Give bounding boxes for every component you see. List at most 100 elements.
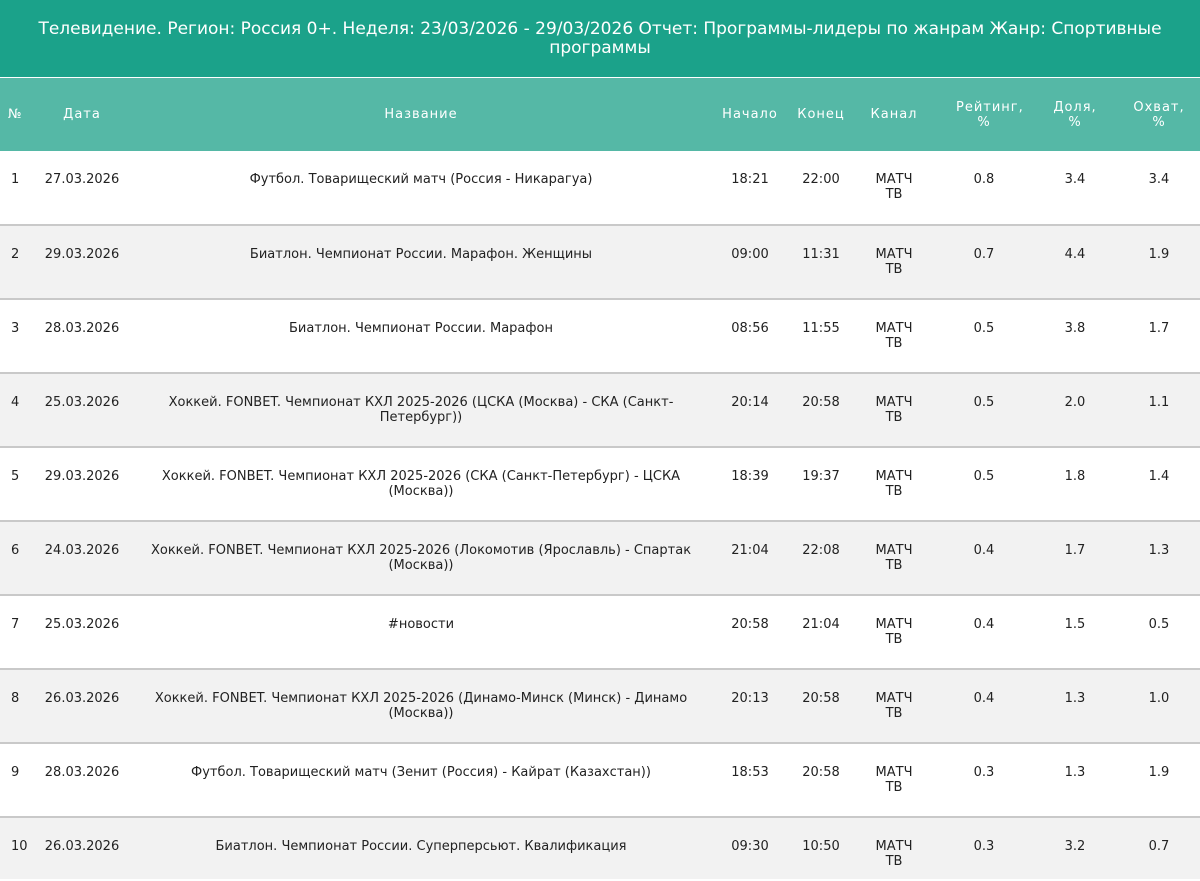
cell-rating: 0.5 <box>973 469 995 484</box>
cell-date: 25.03.2026 <box>44 617 120 632</box>
cell-rating: 0.3 <box>973 839 995 854</box>
cell-start: 18:21 <box>731 172 769 187</box>
cell-reach: 0.5 <box>1148 617 1170 632</box>
cell-start: 18:39 <box>731 469 769 484</box>
cell-reach: 1.9 <box>1148 765 1170 780</box>
cell-end: 20:58 <box>802 395 840 410</box>
cell-rating: 0.7 <box>973 247 995 262</box>
leaders-table: № Дата Название Начало Конец Канал Рейти… <box>0 78 1200 879</box>
cell-end: 10:50 <box>802 839 840 854</box>
cell-start: 21:04 <box>731 543 769 558</box>
cell-end: 11:31 <box>802 247 840 262</box>
cell-rating: 0.4 <box>973 691 995 706</box>
cell-rating: 0.3 <box>973 765 995 780</box>
cell-end: 21:04 <box>802 617 840 632</box>
cell-no: 10 <box>11 839 28 854</box>
cell-share: 1.3 <box>1064 765 1086 780</box>
cell-reach: 1.1 <box>1148 395 1170 410</box>
cell-share: 2.0 <box>1064 395 1086 410</box>
cell-start: 20:13 <box>731 691 769 706</box>
cell-share: 1.8 <box>1064 469 1086 484</box>
cell-rating: 0.4 <box>973 543 995 558</box>
cell-name: Хоккей. FONBET. Чемпионат КХЛ 2025-2026 … <box>168 395 674 425</box>
cell-channel: МАТЧ ТВ <box>875 395 913 425</box>
table-row[interactable]: 4 25.03.2026 Хоккей. FONBET. Чемпионат КХЛ… <box>0 373 1200 447</box>
table-row[interactable]: 8 26.03.2026 Хоккей. FONBET. Чемпионат КХЛ… <box>0 669 1200 743</box>
cell-name: Биатлон. Чемпионат России. Суперперсьют.… <box>215 839 627 854</box>
cell-no: 2 <box>11 247 20 262</box>
report-title: Телевидение. Регион: Россия 0+. Неделя: … <box>38 18 1162 58</box>
cell-share: 1.3 <box>1064 691 1086 706</box>
cell-channel: МАТЧ ТВ <box>875 765 913 795</box>
cell-share: 3.8 <box>1064 321 1086 336</box>
cell-reach: 1.4 <box>1148 469 1170 484</box>
table-row[interactable]: 6 24.03.2026 Хоккей. FONBET. Чемпионат КХЛ… <box>0 521 1200 595</box>
table-row[interactable]: 9 28.03.2026 Футбол. Товарищеский матч (Зе… <box>0 743 1200 817</box>
col-header-reach[interactable]: Охват, % <box>1118 78 1200 151</box>
cell-channel: МАТЧ ТВ <box>875 247 913 277</box>
col-header-rating[interactable]: Рейтинг, % <box>936 78 1032 151</box>
cell-date: 28.03.2026 <box>44 321 120 336</box>
cell-rating: 0.4 <box>973 617 995 632</box>
cell-rating: 0.5 <box>973 395 995 410</box>
cell-end: 22:08 <box>802 543 840 558</box>
cell-name: Футбол. Товарищеский матч (Россия - Ника… <box>249 172 593 187</box>
cell-date: 26.03.2026 <box>44 839 120 854</box>
cell-reach: 3.4 <box>1148 172 1170 187</box>
cell-name: #новости <box>387 617 455 632</box>
cell-no: 5 <box>11 469 20 484</box>
cell-channel: МАТЧ ТВ <box>875 172 913 202</box>
cell-channel: МАТЧ ТВ <box>875 617 913 647</box>
cell-date: 24.03.2026 <box>44 543 120 558</box>
report-title-bar: Телевидение. Регион: Россия 0+. Неделя: … <box>0 0 1200 78</box>
col-header-end[interactable]: Конец <box>790 78 852 151</box>
cell-rating: 0.8 <box>973 172 995 187</box>
cell-start: 08:56 <box>731 321 769 336</box>
cell-reach: 1.9 <box>1148 247 1170 262</box>
cell-no: 8 <box>11 691 20 706</box>
col-header-channel[interactable]: Канал <box>852 78 936 151</box>
cell-share: 3.2 <box>1064 839 1086 854</box>
cell-date: 29.03.2026 <box>44 247 120 262</box>
cell-channel: МАТЧ ТВ <box>875 691 913 721</box>
cell-no: 4 <box>11 395 20 410</box>
cell-start: 20:58 <box>731 617 769 632</box>
cell-reach: 1.7 <box>1148 321 1170 336</box>
cell-no: 9 <box>11 765 20 780</box>
cell-channel: МАТЧ ТВ <box>875 321 913 351</box>
cell-channel: МАТЧ ТВ <box>875 839 913 869</box>
table-row[interactable]: 5 29.03.2026 Хоккей. FONBET. Чемпионат КХЛ… <box>0 447 1200 521</box>
cell-name: Биатлон. Чемпионат России. Марафон. Женщ… <box>249 247 593 262</box>
table-row[interactable]: 10 26.03.2026 Биатлон. Чемпионат России. С… <box>0 817 1200 879</box>
cell-date: 29.03.2026 <box>44 469 120 484</box>
cell-rating: 0.5 <box>973 321 995 336</box>
cell-share: 1.5 <box>1064 617 1086 632</box>
cell-reach: 1.0 <box>1148 691 1170 706</box>
cell-share: 4.4 <box>1064 247 1086 262</box>
cell-date: 26.03.2026 <box>44 691 120 706</box>
col-header-start[interactable]: Начало <box>710 78 790 151</box>
table-row[interactable]: 1 27.03.2026 Футбол. Товарищеский матч (Ро… <box>0 151 1200 225</box>
col-header-no[interactable]: № <box>0 78 32 151</box>
cell-start: 09:30 <box>731 839 769 854</box>
table-body: 1 27.03.2026 Футбол. Товарищеский матч (Ро… <box>0 151 1200 879</box>
cell-name: Футбол. Товарищеский матч (Зенит (Россия… <box>191 765 651 780</box>
cell-no: 6 <box>11 543 20 558</box>
cell-end: 22:00 <box>802 172 840 187</box>
cell-no: 1 <box>11 172 20 187</box>
col-header-share[interactable]: Доля, % <box>1032 78 1118 151</box>
cell-share: 3.4 <box>1064 172 1086 187</box>
cell-reach: 1.3 <box>1148 543 1170 558</box>
col-header-date[interactable]: Дата <box>32 78 132 151</box>
cell-end: 11:55 <box>802 321 840 336</box>
cell-date: 27.03.2026 <box>44 172 120 187</box>
cell-channel: МАТЧ ТВ <box>875 543 913 573</box>
cell-share: 1.7 <box>1064 543 1086 558</box>
col-header-name[interactable]: Название <box>132 78 710 151</box>
header-row: № Дата Название Начало Конец Канал Рейти… <box>0 78 1200 151</box>
cell-channel: МАТЧ ТВ <box>875 469 913 499</box>
table-row[interactable]: 2 29.03.2026 Биатлон. Чемпионат России. Ма… <box>0 225 1200 299</box>
table-row[interactable]: 3 28.03.2026 Биатлон. Чемпионат России. Ма… <box>0 299 1200 373</box>
cell-start: 20:14 <box>731 395 769 410</box>
table-row[interactable]: 7 25.03.2026 #новости 20:58 21:04 МАТЧ ТВ 0.4 1… <box>0 595 1200 669</box>
